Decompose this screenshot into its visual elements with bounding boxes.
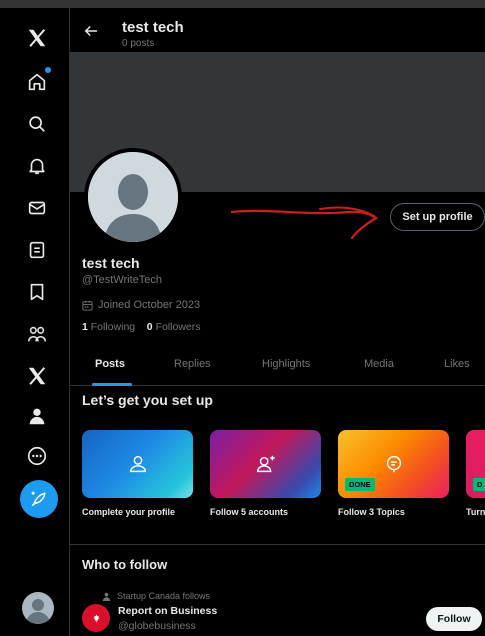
header-profile-name: test tech xyxy=(122,19,184,36)
report-on-business-avatar[interactable] xyxy=(82,604,110,632)
sidebar-nav xyxy=(0,8,70,636)
search-icon[interactable] xyxy=(15,106,59,142)
follow-accounts-card[interactable] xyxy=(210,430,321,498)
profile-name: test tech xyxy=(82,255,140,271)
tab-likes[interactable]: Likes xyxy=(444,358,470,370)
bookmark-icon[interactable] xyxy=(15,274,59,310)
card-label-follow-topics: Follow 3 Topics xyxy=(338,507,405,517)
maple-leaf-icon xyxy=(92,613,100,623)
following-link[interactable]: 1 Following xyxy=(82,321,135,333)
profile-tabs: Posts Replies Highlights Media Likes xyxy=(70,348,485,386)
compose-post-button[interactable] xyxy=(20,480,58,518)
card-label-follow-accounts: Follow 5 accounts xyxy=(210,507,289,517)
profile-main: test tech 0 posts Set up profile test te… xyxy=(70,8,485,636)
person-icon xyxy=(129,455,146,473)
card-label-complete-profile: Complete your profile xyxy=(82,507,176,517)
suggestion-handle: @globebusiness xyxy=(118,620,196,632)
profile-joined-date: Joined October 2023 xyxy=(82,299,200,311)
follow-topics-card[interactable]: DONE xyxy=(338,430,449,498)
active-tab-indicator xyxy=(92,383,132,386)
suggestion-context-text: Startup Canada follows xyxy=(117,591,211,601)
top-strip xyxy=(0,0,485,8)
done-badge: DONE xyxy=(345,478,375,491)
x-logo-icon[interactable] xyxy=(15,20,59,56)
card-label-turn: Turn xyxy=(466,507,485,517)
joined-text: Joined October 2023 xyxy=(98,299,201,311)
messages-envelope-icon[interactable] xyxy=(15,190,59,226)
communities-icon[interactable] xyxy=(15,316,59,352)
person-small-icon xyxy=(102,592,111,601)
suggestion-name[interactable]: Report on Business xyxy=(118,605,217,617)
default-avatar-icon xyxy=(88,152,178,242)
notification-dot xyxy=(45,67,51,73)
tab-highlights[interactable]: Highlights xyxy=(262,358,310,370)
account-avatar[interactable] xyxy=(22,592,54,624)
complete-profile-card[interactable] xyxy=(82,430,193,498)
default-avatar-icon xyxy=(26,599,50,624)
profile-handle: @TestWriteTech xyxy=(82,274,163,286)
profile-header: test tech 0 posts xyxy=(70,8,485,52)
turn-on-notifications-card[interactable]: D xyxy=(466,430,485,498)
lists-icon[interactable] xyxy=(15,232,59,268)
tab-replies[interactable]: Replies xyxy=(174,358,211,370)
back-arrow-icon[interactable] xyxy=(82,22,100,40)
topic-icon xyxy=(386,455,401,473)
follow-counts: 1 Following 0 Followers xyxy=(82,321,201,333)
feather-quill-icon xyxy=(31,491,46,507)
set-up-profile-button[interactable]: Set up profile xyxy=(390,203,485,231)
premium-x-icon[interactable] xyxy=(15,358,59,394)
more-options-icon[interactable] xyxy=(15,438,59,474)
profile-avatar[interactable] xyxy=(84,148,182,246)
section-divider xyxy=(70,544,485,545)
followers-link[interactable]: 0 Followers xyxy=(147,321,201,333)
tab-media[interactable]: Media xyxy=(364,358,394,370)
red-arrow-annotation xyxy=(230,206,379,240)
add-person-icon xyxy=(256,455,275,473)
tab-posts[interactable]: Posts xyxy=(95,358,125,370)
notifications-bell-icon[interactable] xyxy=(15,148,59,184)
suggestion-context: Startup Canada follows xyxy=(102,591,210,601)
profile-icon[interactable] xyxy=(15,398,59,434)
done-badge-partial: D xyxy=(473,478,485,491)
calendar-icon xyxy=(82,300,93,311)
follow-button[interactable]: Follow xyxy=(426,607,482,631)
home-icon[interactable] xyxy=(15,64,59,100)
who-to-follow-title: Who to follow xyxy=(82,557,168,572)
setup-section-title: Let’s get you set up xyxy=(82,392,213,408)
header-posts-count: 0 posts xyxy=(122,38,155,49)
